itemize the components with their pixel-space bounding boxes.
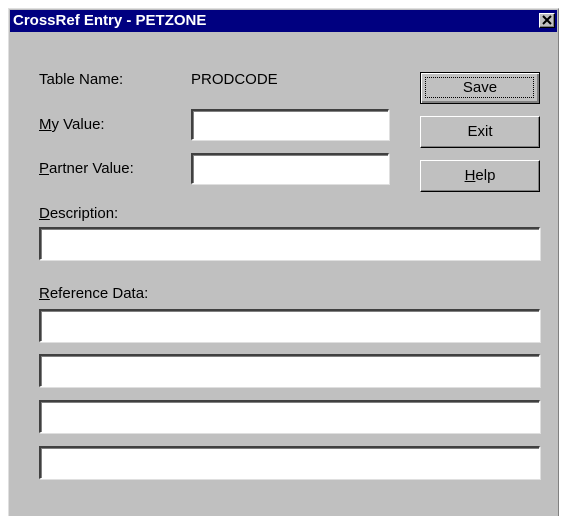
title-bar[interactable]: CrossRef Entry - PETZONE bbox=[10, 10, 557, 32]
reference-data-label-rest: eference Data: bbox=[49, 285, 149, 302]
my-value-label: My Value: bbox=[39, 116, 105, 133]
window-title: CrossRef Entry - PETZONE bbox=[13, 12, 207, 29]
close-icon bbox=[542, 15, 552, 25]
save-button-label: Save bbox=[462, 79, 498, 96]
description-accel: D bbox=[39, 205, 50, 222]
my-value-label-rest: y Value: bbox=[51, 116, 105, 133]
help-button[interactable]: Help bbox=[420, 160, 540, 192]
table-name-value: PRODCODE bbox=[191, 71, 278, 88]
crossref-entry-dialog: CrossRef Entry - PETZONE Table Name: PRO… bbox=[8, 8, 559, 516]
help-accel: H bbox=[464, 167, 476, 184]
close-button[interactable] bbox=[539, 13, 555, 28]
exit-button[interactable]: Exit bbox=[420, 116, 540, 148]
help-button-label: Help bbox=[465, 167, 496, 184]
partner-value-label: Partner Value: bbox=[39, 160, 134, 177]
description-label: Description: bbox=[39, 205, 118, 222]
my-value-input[interactable] bbox=[191, 109, 389, 140]
partner-value-input[interactable] bbox=[191, 153, 389, 184]
my-value-accel: M bbox=[39, 116, 52, 133]
reference-data-label: Reference Data: bbox=[39, 285, 148, 302]
partner-value-label-rest: artner Value: bbox=[49, 160, 134, 177]
exit-button-label: Exit bbox=[467, 123, 493, 140]
reference-data-input-1[interactable] bbox=[39, 309, 540, 342]
reference-data-input-4[interactable] bbox=[39, 446, 540, 479]
save-button[interactable]: Save bbox=[420, 72, 540, 104]
reference-data-input-3[interactable] bbox=[39, 400, 540, 433]
reference-data-input-2[interactable] bbox=[39, 354, 540, 387]
partner-value-accel: P bbox=[39, 160, 50, 177]
reference-data-accel: R bbox=[39, 285, 50, 302]
description-label-rest: escription: bbox=[49, 205, 119, 222]
description-input[interactable] bbox=[39, 227, 540, 260]
table-name-label: Table Name: bbox=[39, 71, 124, 88]
help-label-rest: elp bbox=[475, 167, 496, 184]
